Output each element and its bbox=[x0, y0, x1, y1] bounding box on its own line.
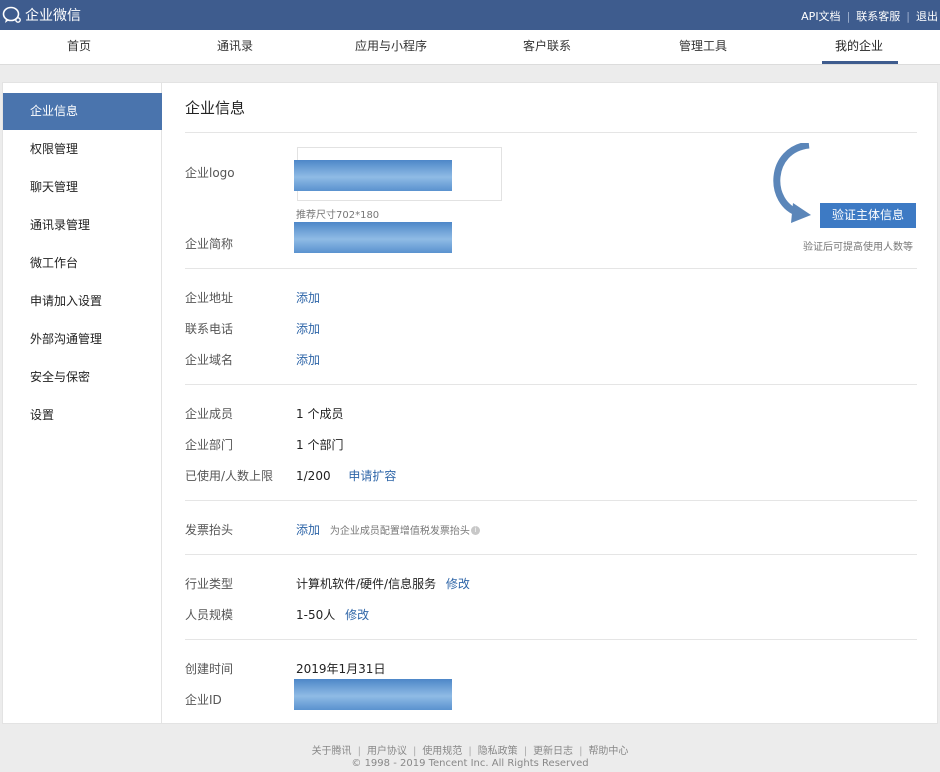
industry-value: 计算机软件/硬件/信息服务 修改 bbox=[296, 575, 470, 592]
add-address-link[interactable]: 添加 bbox=[296, 289, 320, 306]
divider: | bbox=[523, 746, 528, 757]
footer-link-changelog[interactable]: 更新日志 bbox=[533, 746, 573, 757]
divider: | bbox=[846, 9, 851, 23]
sidebar-item-workbench[interactable]: 微工作台 bbox=[3, 245, 162, 282]
logo-size-hint: 推荐尺寸702*180 bbox=[296, 210, 380, 221]
sidebar-item-external[interactable]: 外部沟通管理 bbox=[3, 321, 162, 358]
sidebar-item-security[interactable]: 安全与保密 bbox=[3, 359, 162, 396]
members-value: 1 个成员 bbox=[296, 407, 344, 421]
api-docs-link[interactable]: API文档 bbox=[801, 8, 840, 24]
created-value: 2019年1月31日 bbox=[296, 662, 386, 676]
nav-home[interactable]: 首页 bbox=[67, 30, 91, 65]
divider bbox=[185, 268, 917, 269]
industry-text: 计算机软件/硬件/信息服务 bbox=[296, 577, 437, 591]
usage-label: 已使用/人数上限 bbox=[185, 469, 274, 483]
company-info-main: 企业信息 企业logo 推荐尺寸702*180 企业简称 验证主体信息 验证后可… bbox=[163, 83, 937, 723]
footer-link-privacy[interactable]: 隐私政策 bbox=[478, 746, 518, 757]
info-icon[interactable]: i bbox=[470, 526, 480, 535]
nav-my-company[interactable]: 我的企业 bbox=[835, 30, 883, 65]
add-invoice-link[interactable]: 添加 bbox=[296, 523, 320, 537]
content-panel: 企业信息 权限管理 聊天管理 通讯录管理 微工作台 申请加入设置 外部沟通管理 … bbox=[2, 82, 938, 724]
nav-apps[interactable]: 应用与小程序 bbox=[355, 30, 427, 65]
app-title: 企业微信 bbox=[25, 8, 81, 24]
add-domain-link[interactable]: 添加 bbox=[296, 351, 320, 368]
edit-scale-link[interactable]: 修改 bbox=[345, 608, 369, 622]
scale-text: 1-50人 bbox=[296, 608, 336, 622]
divider: | bbox=[468, 746, 472, 757]
industry-label: 行业类型 bbox=[185, 577, 234, 591]
departments-value: 1 个部门 bbox=[296, 438, 344, 452]
domain-label: 企业域名 bbox=[185, 353, 234, 367]
logout-link[interactable]: 退出 bbox=[916, 8, 938, 24]
edit-industry-link[interactable]: 修改 bbox=[446, 577, 470, 591]
contact-support-link[interactable]: 联系客服 bbox=[856, 8, 900, 24]
divider: | bbox=[357, 746, 361, 757]
corp-id-value-redacted bbox=[294, 679, 452, 710]
short-name-value-redacted bbox=[294, 222, 452, 253]
members-label: 企业成员 bbox=[185, 407, 234, 421]
departments-label: 企业部门 bbox=[185, 438, 234, 452]
phone-label: 联系电话 bbox=[185, 322, 234, 336]
divider: | bbox=[579, 746, 583, 757]
short-name-label: 企业简称 bbox=[185, 237, 234, 251]
sidebar: 企业信息 权限管理 聊天管理 通讯录管理 微工作台 申请加入设置 外部沟通管理 … bbox=[3, 83, 162, 723]
address-label: 企业地址 bbox=[185, 291, 234, 305]
scale-label: 人员规模 bbox=[185, 608, 234, 622]
invoice-label: 发票抬头 bbox=[185, 523, 234, 537]
nav-manage-tools[interactable]: 管理工具 bbox=[679, 30, 727, 65]
add-phone-link[interactable]: 添加 bbox=[296, 320, 320, 337]
sidebar-item-company-info[interactable]: 企业信息 bbox=[3, 93, 162, 130]
wecom-logo-icon bbox=[2, 6, 21, 23]
sidebar-item-contacts[interactable]: 通讯录管理 bbox=[3, 207, 162, 244]
divider bbox=[185, 554, 917, 555]
created-label: 创建时间 bbox=[185, 662, 234, 676]
sidebar-item-chat[interactable]: 聊天管理 bbox=[3, 169, 162, 206]
nav-active-indicator bbox=[822, 61, 898, 64]
logo[interactable]: 企业微信 bbox=[2, 5, 81, 25]
usage-count: 1/200 bbox=[296, 469, 331, 483]
scale-value: 1-50人 修改 bbox=[296, 606, 369, 623]
page-title: 企业信息 bbox=[185, 99, 246, 117]
sidebar-item-permissions[interactable]: 权限管理 bbox=[3, 131, 162, 168]
main-nav: 首页 通讯录 应用与小程序 客户联系 管理工具 我的企业 bbox=[0, 30, 940, 65]
divider bbox=[185, 384, 917, 385]
apply-expand-link[interactable]: 申请扩容 bbox=[348, 469, 396, 483]
footer-link-agreement[interactable]: 用户协议 bbox=[367, 746, 407, 757]
sidebar-item-settings[interactable]: 设置 bbox=[3, 397, 162, 434]
copyright: © 1998 - 2019 Tencent Inc. All Rights Re… bbox=[351, 758, 589, 769]
divider: | bbox=[412, 746, 417, 757]
divider bbox=[185, 639, 917, 640]
invoice-value: 添加 为企业成员配置增值税发票抬头 i bbox=[296, 521, 480, 538]
top-links: API文档 | 联系客服 | 退出 bbox=[801, 8, 938, 24]
divider: | bbox=[906, 9, 910, 23]
top-bar: 企业微信 API文档 | 联系客服 | 退出 bbox=[0, 0, 940, 30]
footer-link-about[interactable]: 关于腾讯 bbox=[312, 746, 352, 757]
footer-link-help[interactable]: 帮助中心 bbox=[588, 746, 628, 757]
sidebar-item-join-settings[interactable]: 申请加入设置 bbox=[3, 283, 162, 320]
divider bbox=[185, 500, 917, 501]
usage-value: 1/200 申请扩容 bbox=[296, 467, 396, 484]
verify-entity-button[interactable]: 验证主体信息 bbox=[820, 203, 916, 228]
divider bbox=[185, 132, 917, 133]
invoice-hint: 为企业成员配置增值税发票抬头 bbox=[329, 526, 470, 537]
nav-customers[interactable]: 客户联系 bbox=[523, 30, 571, 65]
footer-link-rules[interactable]: 使用规范 bbox=[422, 746, 462, 757]
corp-id-label: 企业ID bbox=[185, 693, 222, 707]
nav-contacts[interactable]: 通讯录 bbox=[217, 30, 253, 65]
logo-label: 企业logo bbox=[185, 166, 235, 180]
logo-image-redacted bbox=[294, 160, 452, 191]
verify-hint: 验证后可提高使用人数等 bbox=[803, 242, 913, 253]
curved-arrow-icon bbox=[773, 143, 811, 223]
footer-links: 关于腾讯 | 用户协议 | 使用规范 | 隐私政策 | 更新日志 | 帮助中心 bbox=[0, 742, 940, 757]
